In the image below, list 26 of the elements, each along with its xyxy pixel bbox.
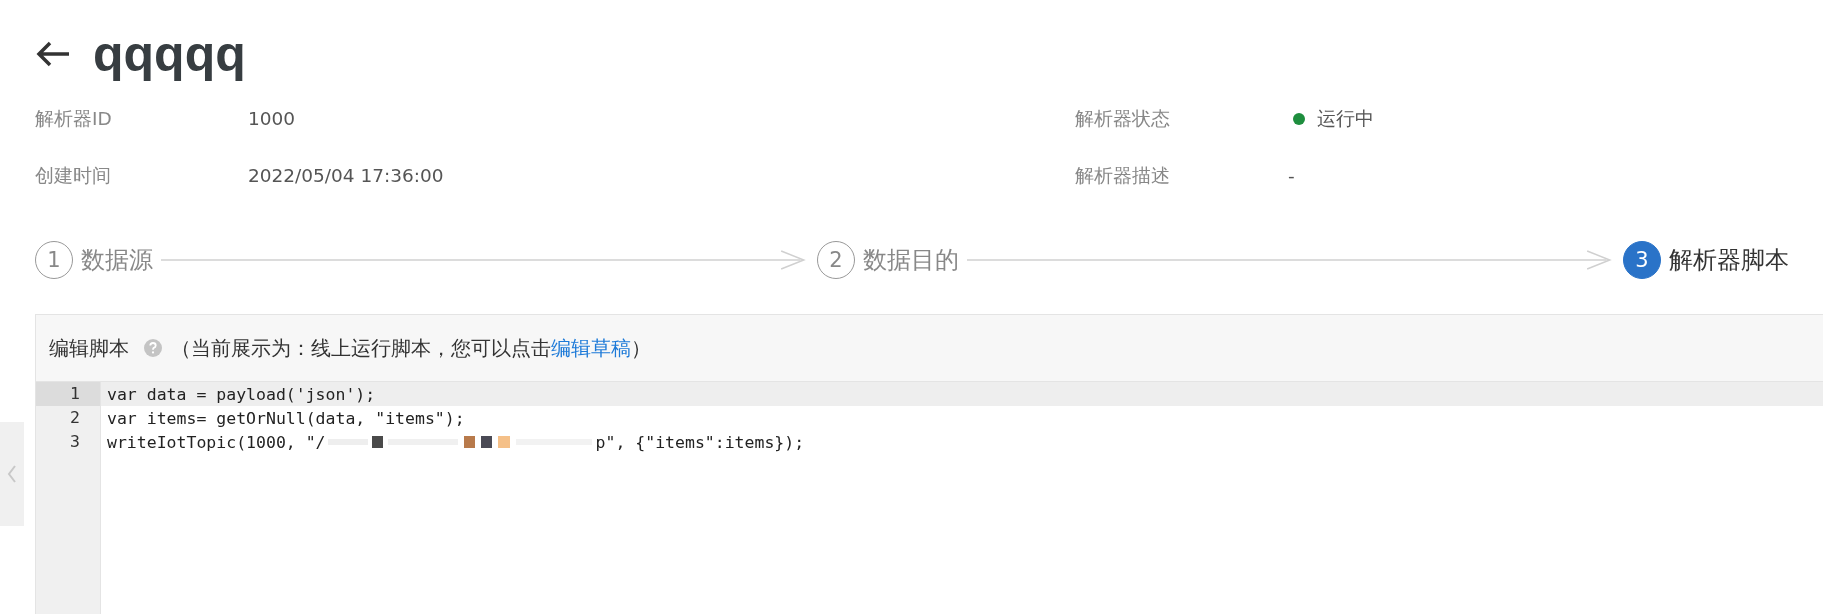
help-icon[interactable] [143, 338, 163, 358]
line-number: 3 [69, 431, 81, 453]
field-label: 解析器ID [35, 107, 113, 131]
field-label: 解析器状态 [1075, 107, 1171, 131]
line-number: 2 [69, 407, 81, 429]
step: 3 解析器脚本 [1623, 241, 1789, 279]
editor-title: 编辑脚本 [49, 335, 129, 362]
chevron-left-icon [7, 465, 17, 483]
step: 2 数据目的 [817, 241, 959, 279]
field-value: 1000 [248, 108, 296, 129]
field-value: - [1288, 165, 1295, 186]
line-number: 1 [36, 382, 100, 406]
field-label: 创建时间 [35, 164, 112, 188]
code-text: var data = payload('json'); [107, 384, 376, 404]
back-arrow-icon[interactable] [35, 40, 71, 68]
field-value: 2022/05/04 17:36:00 [248, 165, 444, 186]
editor-note: （当前展示为：线上运行脚本，您可以点击编辑草稿） [171, 335, 651, 362]
collapse-tab[interactable] [0, 422, 24, 526]
edit-draft-link[interactable]: 编辑草稿 [551, 336, 631, 360]
code-text: var items= getOrNull(data, "items"); [107, 408, 465, 428]
page-title: qqqqq [93, 29, 246, 79]
step: 1 数据源 [35, 241, 153, 279]
field-label: 解析器描述 [1075, 164, 1171, 188]
field-value: 运行中 [1317, 107, 1374, 131]
code-text: writeIotTopic(1000, "/ [107, 432, 326, 452]
code-text: p", {"items":items}); [595, 432, 805, 452]
